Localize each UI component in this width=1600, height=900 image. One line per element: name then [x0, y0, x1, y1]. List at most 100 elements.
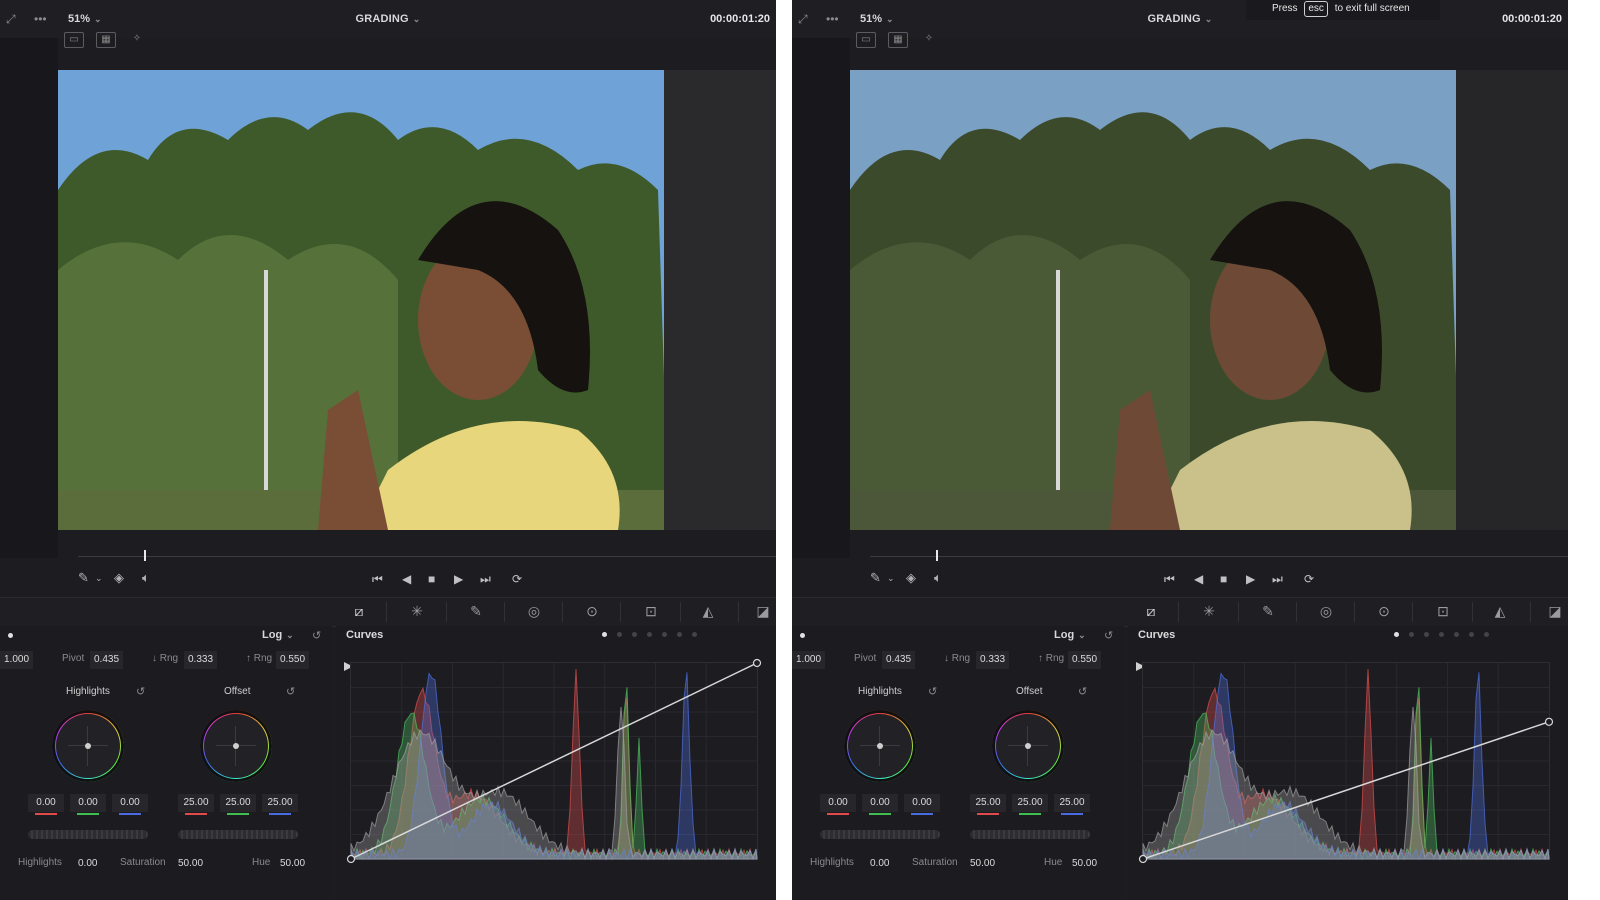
tracker-icon[interactable]: ⊙	[1373, 602, 1395, 620]
curves-icon[interactable]: ⧄	[1140, 602, 1162, 620]
page-dot[interactable]	[632, 632, 637, 637]
curve-graph[interactable]	[1138, 662, 1554, 864]
contrast-field[interactable]: 1.000	[792, 651, 826, 669]
page-dot[interactable]	[1394, 632, 1399, 637]
play-icon[interactable]: ▶	[454, 572, 463, 586]
highlights-wheel[interactable]	[52, 710, 124, 782]
wheel-green-value[interactable]: 0.00	[862, 794, 898, 812]
page-dot[interactable]	[1484, 632, 1489, 637]
chevron-down-icon[interactable]: ⌄	[887, 573, 895, 584]
single-viewer-icon[interactable]: ▭	[64, 32, 84, 48]
reset-icon[interactable]: ↺	[928, 685, 937, 698]
curves-icon[interactable]: ⧄	[348, 602, 370, 620]
skip-forward-icon[interactable]: ⏭︎	[1272, 572, 1283, 587]
video-viewer[interactable]	[58, 70, 776, 530]
magic-wand-icon[interactable]: ✧	[128, 32, 146, 46]
wheel-puck[interactable]	[233, 743, 239, 749]
wheel-blue-value[interactable]: 0.00	[112, 794, 148, 812]
blur-icon[interactable]: ◭	[697, 602, 719, 620]
single-viewer-icon[interactable]: ▭	[856, 32, 876, 48]
blur-icon[interactable]: ◭	[1489, 602, 1511, 620]
loop-icon[interactable]: ⟳	[1304, 572, 1314, 586]
saturation-field[interactable]: 50.00	[966, 855, 999, 873]
page-dot[interactable]	[1409, 632, 1414, 637]
bottom-highlights-field[interactable]: 0.00	[866, 855, 893, 873]
color-warper-icon[interactable]: ✳	[406, 602, 428, 620]
page-dot[interactable]	[662, 632, 667, 637]
stop-icon[interactable]: ■	[1220, 572, 1227, 586]
high-range-field[interactable]: 0.550	[276, 651, 310, 669]
tracker-icon[interactable]: ⊙	[581, 602, 603, 620]
scrub-bar[interactable]	[78, 556, 776, 557]
page-dot[interactable]	[602, 632, 607, 637]
step-back-icon[interactable]: ◀	[1194, 572, 1203, 586]
magic-mask-icon[interactable]: ⊡	[1432, 602, 1454, 620]
offset-wheel[interactable]	[992, 710, 1064, 782]
wheel-puck[interactable]	[1025, 743, 1031, 749]
key-icon[interactable]: ◪	[1544, 602, 1566, 620]
curve-control-point-start[interactable]	[346, 854, 356, 864]
wheels-mode-selector[interactable]: Log ⌄	[1054, 629, 1086, 641]
speaker-icon[interactable]: 🔈︎	[142, 570, 150, 586]
reset-icon[interactable]: ↺	[1104, 629, 1113, 642]
speaker-icon[interactable]: 🔈︎	[934, 570, 942, 586]
playhead[interactable]	[144, 550, 146, 561]
skip-back-icon[interactable]: ⏮︎	[372, 572, 383, 587]
page-dot[interactable]	[617, 632, 622, 637]
pivot-field[interactable]: 0.435	[90, 651, 124, 669]
page-dot[interactable]	[1454, 632, 1459, 637]
skip-forward-icon[interactable]: ⏭︎	[480, 572, 491, 587]
key-icon[interactable]: ◪	[752, 602, 774, 620]
curve-svg[interactable]	[346, 658, 762, 864]
step-back-icon[interactable]: ◀	[402, 572, 411, 586]
pivot-field[interactable]: 0.435	[882, 651, 916, 669]
offset-master-wheel[interactable]	[970, 830, 1090, 839]
bottom-highlights-field[interactable]: 0.00	[74, 855, 101, 873]
hue-field[interactable]: 50.00	[276, 855, 309, 873]
wheel-green-value[interactable]: 25.00	[220, 794, 256, 812]
window-icon[interactable]: ◎	[1315, 602, 1337, 620]
window-icon[interactable]: ◎	[523, 602, 545, 620]
wheel-red-value[interactable]: 0.00	[28, 794, 64, 812]
high-range-field[interactable]: 0.550	[1068, 651, 1102, 669]
low-range-field[interactable]: 0.333	[184, 651, 218, 669]
curve-control-point-end[interactable]	[1544, 717, 1554, 726]
curve-control-point-start[interactable]	[1138, 854, 1148, 864]
split-view-icon[interactable]: ▦	[96, 32, 116, 48]
layers-icon[interactable]: ◈	[906, 570, 916, 586]
curve-graph[interactable]	[346, 658, 762, 864]
page-dot[interactable]	[1439, 632, 1444, 637]
reset-icon[interactable]: ↺	[312, 629, 321, 642]
highlights-master-wheel[interactable]	[820, 830, 940, 839]
wheel-blue-value[interactable]: 0.00	[904, 794, 940, 812]
loop-icon[interactable]: ⟳	[512, 572, 522, 586]
wheel-blue-value[interactable]: 25.00	[1054, 794, 1090, 812]
chevron-down-icon[interactable]: ⌄	[95, 573, 103, 584]
page-dot[interactable]	[692, 632, 697, 637]
page-dot[interactable]	[1469, 632, 1474, 637]
wheel-green-value[interactable]: 25.00	[1012, 794, 1048, 812]
wheel-red-value[interactable]: 25.00	[970, 794, 1006, 812]
reset-icon[interactable]: ↺	[136, 685, 145, 698]
offset-master-wheel[interactable]	[178, 830, 298, 839]
video-viewer[interactable]	[850, 70, 1568, 530]
reset-icon[interactable]: ↺	[1078, 685, 1087, 698]
page-dot[interactable]	[677, 632, 682, 637]
saturation-field[interactable]: 50.00	[174, 855, 207, 873]
page-title[interactable]: GRADING ⌄	[792, 13, 1568, 25]
scrub-bar[interactable]	[870, 556, 1568, 557]
page-title[interactable]: GRADING ⌄	[0, 13, 776, 25]
wheel-red-value[interactable]: 25.00	[178, 794, 214, 812]
magic-wand-icon[interactable]: ✧	[920, 32, 938, 46]
wheel-blue-value[interactable]: 25.00	[262, 794, 298, 812]
qualifier-icon[interactable]: ✎	[1257, 602, 1279, 620]
color-warper-icon[interactable]: ✳	[1198, 602, 1220, 620]
split-view-icon[interactable]: ▦	[888, 32, 908, 48]
wheel-green-value[interactable]: 0.00	[70, 794, 106, 812]
eyedropper-icon[interactable]: ✎	[78, 570, 89, 586]
curve-svg[interactable]	[1138, 663, 1554, 864]
hue-field[interactable]: 50.00	[1068, 855, 1101, 873]
wheel-puck[interactable]	[877, 743, 883, 749]
wheel-puck[interactable]	[85, 743, 91, 749]
layers-icon[interactable]: ◈	[114, 570, 124, 586]
